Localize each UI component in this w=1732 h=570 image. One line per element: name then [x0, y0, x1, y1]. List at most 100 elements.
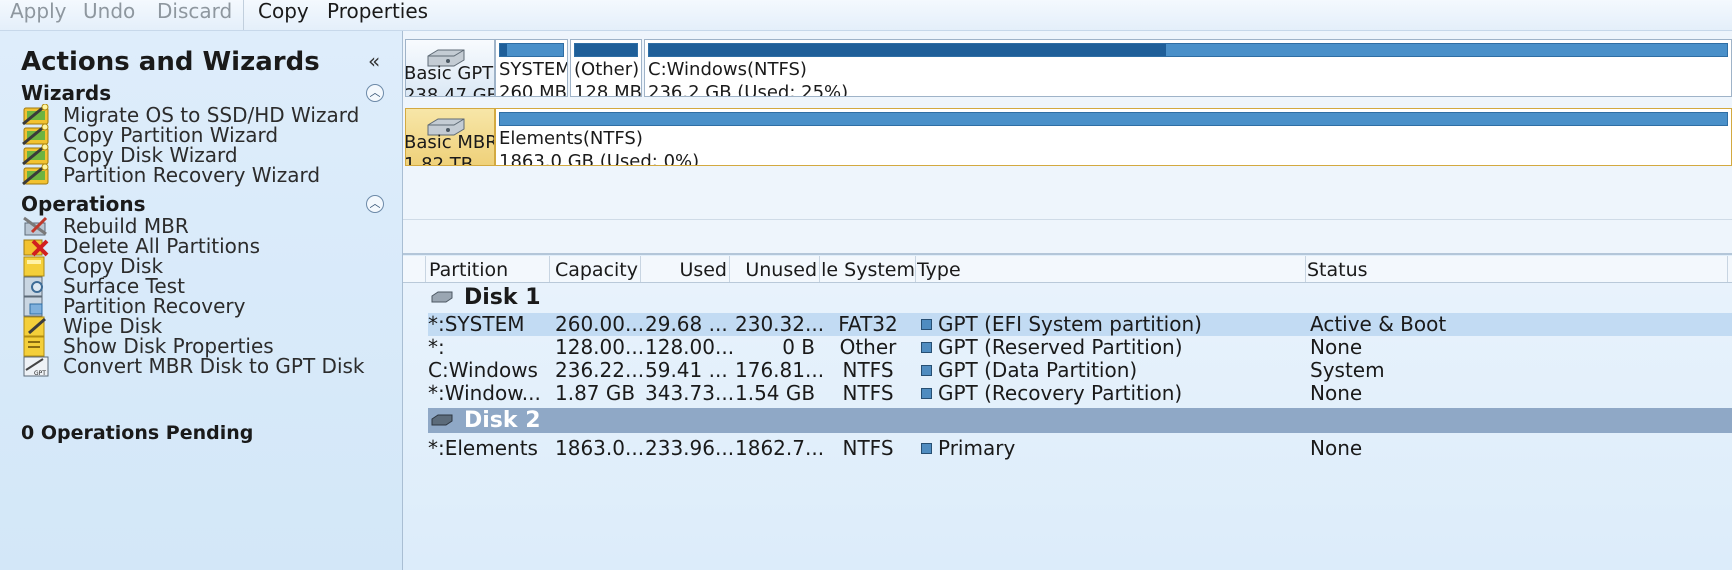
copy-disk-icon [23, 256, 45, 277]
cell-type: Primary [938, 437, 1016, 460]
partition-table: Partition Capacity Used Unused File Syst… [403, 256, 1732, 570]
cell-used: 233.96... [645, 437, 733, 460]
panel-title: Actions and Wizards [21, 47, 320, 77]
discard-button[interactable]: Discard [157, 0, 232, 22]
cell-unused: 176.81... [735, 359, 825, 382]
cell-used: 29.68 ... [645, 313, 728, 336]
operations-section-title[interactable]: Operations [21, 192, 146, 216]
wizards-section-title[interactable]: Wizards [21, 81, 111, 105]
properties-button[interactable]: Properties [327, 0, 428, 22]
cell-partition: *:Elements [428, 437, 538, 460]
cell-status: System [1310, 359, 1385, 382]
cell-unused: 1862.7... [735, 437, 825, 460]
collapse-panel-icon[interactable]: « [368, 49, 380, 73]
disk-map: Basic GPT 238.47 GB SYSTEM 260 MB (Other… [403, 31, 1732, 255]
column-status[interactable]: Status [1307, 256, 1728, 282]
table-row[interactable]: *: 128.00... 128.00... 0 B Other GPT (Re… [428, 336, 1732, 359]
cell-file-system: NTFS [842, 382, 894, 405]
partition-block-name: Elements(NTFS) [499, 128, 643, 149]
wipe-disk-icon [23, 316, 46, 337]
disk1-group-name: Disk 1 [464, 285, 541, 310]
map-divider [403, 219, 1732, 220]
cell-file-system: FAT32 [838, 313, 898, 336]
collapse-wizards-icon[interactable]: ︿ [366, 84, 384, 102]
usage-bar [648, 43, 1728, 57]
wizard-icon [22, 124, 49, 146]
surface-test-icon [23, 276, 43, 297]
usage-fill [649, 44, 1167, 56]
cell-type: GPT (EFI System partition) [938, 313, 1202, 336]
partition-recovery-icon [23, 296, 43, 317]
cell-unused: 230.32... [735, 313, 825, 336]
cell-partition: *: [428, 336, 445, 359]
cell-capacity: 1863.0... [555, 437, 645, 460]
partition-block-elements[interactable]: Elements(NTFS) 1863.0 GB (Used: 0%) [495, 108, 1732, 166]
partition-color-icon [921, 443, 932, 454]
wizard-icon [22, 144, 49, 166]
partition-block-other[interactable]: (Other) 128 MB [570, 39, 642, 97]
partition-block-name: (Other) [574, 59, 640, 80]
table-row[interactable]: C:Windows 236.22... 59.41 ... 176.81... … [428, 359, 1732, 382]
usage-fill [500, 44, 507, 56]
column-used[interactable]: Used [642, 256, 730, 282]
column-unused[interactable]: Unused [731, 256, 820, 282]
collapse-operations-icon[interactable]: ︿ [366, 195, 384, 213]
hard-disk-icon [431, 291, 453, 303]
rebuild-mbr-icon [23, 216, 48, 236]
partition-color-icon [921, 342, 932, 353]
header-spacer [403, 256, 426, 282]
copy-button[interactable]: Copy [258, 0, 309, 22]
cell-unused: 1.54 GB [735, 382, 815, 405]
disk2-size: 1.82 TB [405, 154, 474, 166]
partition-block-size: 128 MB [574, 82, 642, 97]
cell-partition: *:Window... [428, 382, 541, 405]
disk1-map-label[interactable]: Basic GPT 238.47 GB [405, 39, 495, 97]
cell-status: Active & Boot [1310, 313, 1447, 336]
delete-icon [23, 239, 49, 257]
cell-type: GPT (Reserved Partition) [938, 336, 1183, 359]
disk1-type: Basic GPT [405, 63, 494, 84]
column-type[interactable]: Type [917, 256, 1306, 282]
undo-button[interactable]: Undo [83, 0, 135, 22]
cell-capacity: 128.00... [555, 336, 645, 359]
table-row[interactable]: *:Elements 1863.0... 233.96... 1862.7...… [428, 437, 1732, 460]
disk-properties-icon [23, 336, 45, 357]
usage-bar [499, 112, 1728, 126]
cell-type: GPT (Data Partition) [938, 359, 1138, 382]
disk2-map-label[interactable]: Basic MBR 1.82 TB [405, 108, 495, 166]
toolbar-divider [243, 0, 244, 30]
column-file-system[interactable]: File System [821, 256, 916, 282]
cell-capacity: 236.22... [555, 359, 645, 382]
cell-used: 128.00... [645, 336, 733, 359]
partition-color-icon [921, 365, 932, 376]
disk-map-row-disk1: Basic GPT 238.47 GB SYSTEM 260 MB (Other… [403, 39, 1732, 97]
cell-capacity: 1.87 GB [555, 382, 635, 405]
table-row[interactable]: *:SYSTEM 260.00... 29.68 ... 230.32... F… [428, 313, 1732, 336]
apply-button[interactable]: Apply [10, 0, 66, 22]
cell-partition: C:Windows [428, 359, 538, 382]
partition-block-name: SYSTEM [499, 59, 568, 80]
partition-color-icon [921, 388, 932, 399]
column-capacity[interactable]: Capacity [551, 256, 641, 282]
table-row[interactable]: *:Window... 1.87 GB 343.73... 1.54 GB NT… [428, 382, 1732, 405]
wizard-icon [22, 164, 49, 186]
table-header: Partition Capacity Used Unused File Syst… [403, 256, 1732, 283]
partition-color-icon [921, 319, 932, 330]
operations-pending: 0 Operations Pending [21, 422, 254, 444]
toolbar: Apply Undo Discard Copy Properties [0, 0, 1732, 31]
actions-panel: Actions and Wizards « Wizards ︿ Migrate … [0, 31, 403, 570]
partition-block-c-windows[interactable]: C:Windows(NTFS) 236.2 GB (Used: 25%) [644, 39, 1732, 97]
hard-disk-icon [431, 414, 453, 426]
disk2-type: Basic MBR [405, 132, 495, 153]
partition-block-name: C:Windows(NTFS) [648, 59, 807, 80]
disk-map-row-disk2: Basic MBR 1.82 TB Elements(NTFS) 1863.0 … [403, 108, 1732, 166]
svg-text:GPT: GPT [34, 370, 46, 377]
cell-capacity: 260.00... [555, 313, 645, 336]
disk2-group-header[interactable]: Disk 2 [428, 408, 1732, 433]
column-partition[interactable]: Partition [429, 256, 550, 282]
cell-unused: 0 B [782, 336, 815, 359]
cell-file-system: NTFS [842, 437, 894, 460]
disk1-size: 238.47 GB [405, 85, 495, 97]
usage-bar [574, 43, 638, 57]
partition-block-system[interactable]: SYSTEM 260 MB [495, 39, 568, 97]
